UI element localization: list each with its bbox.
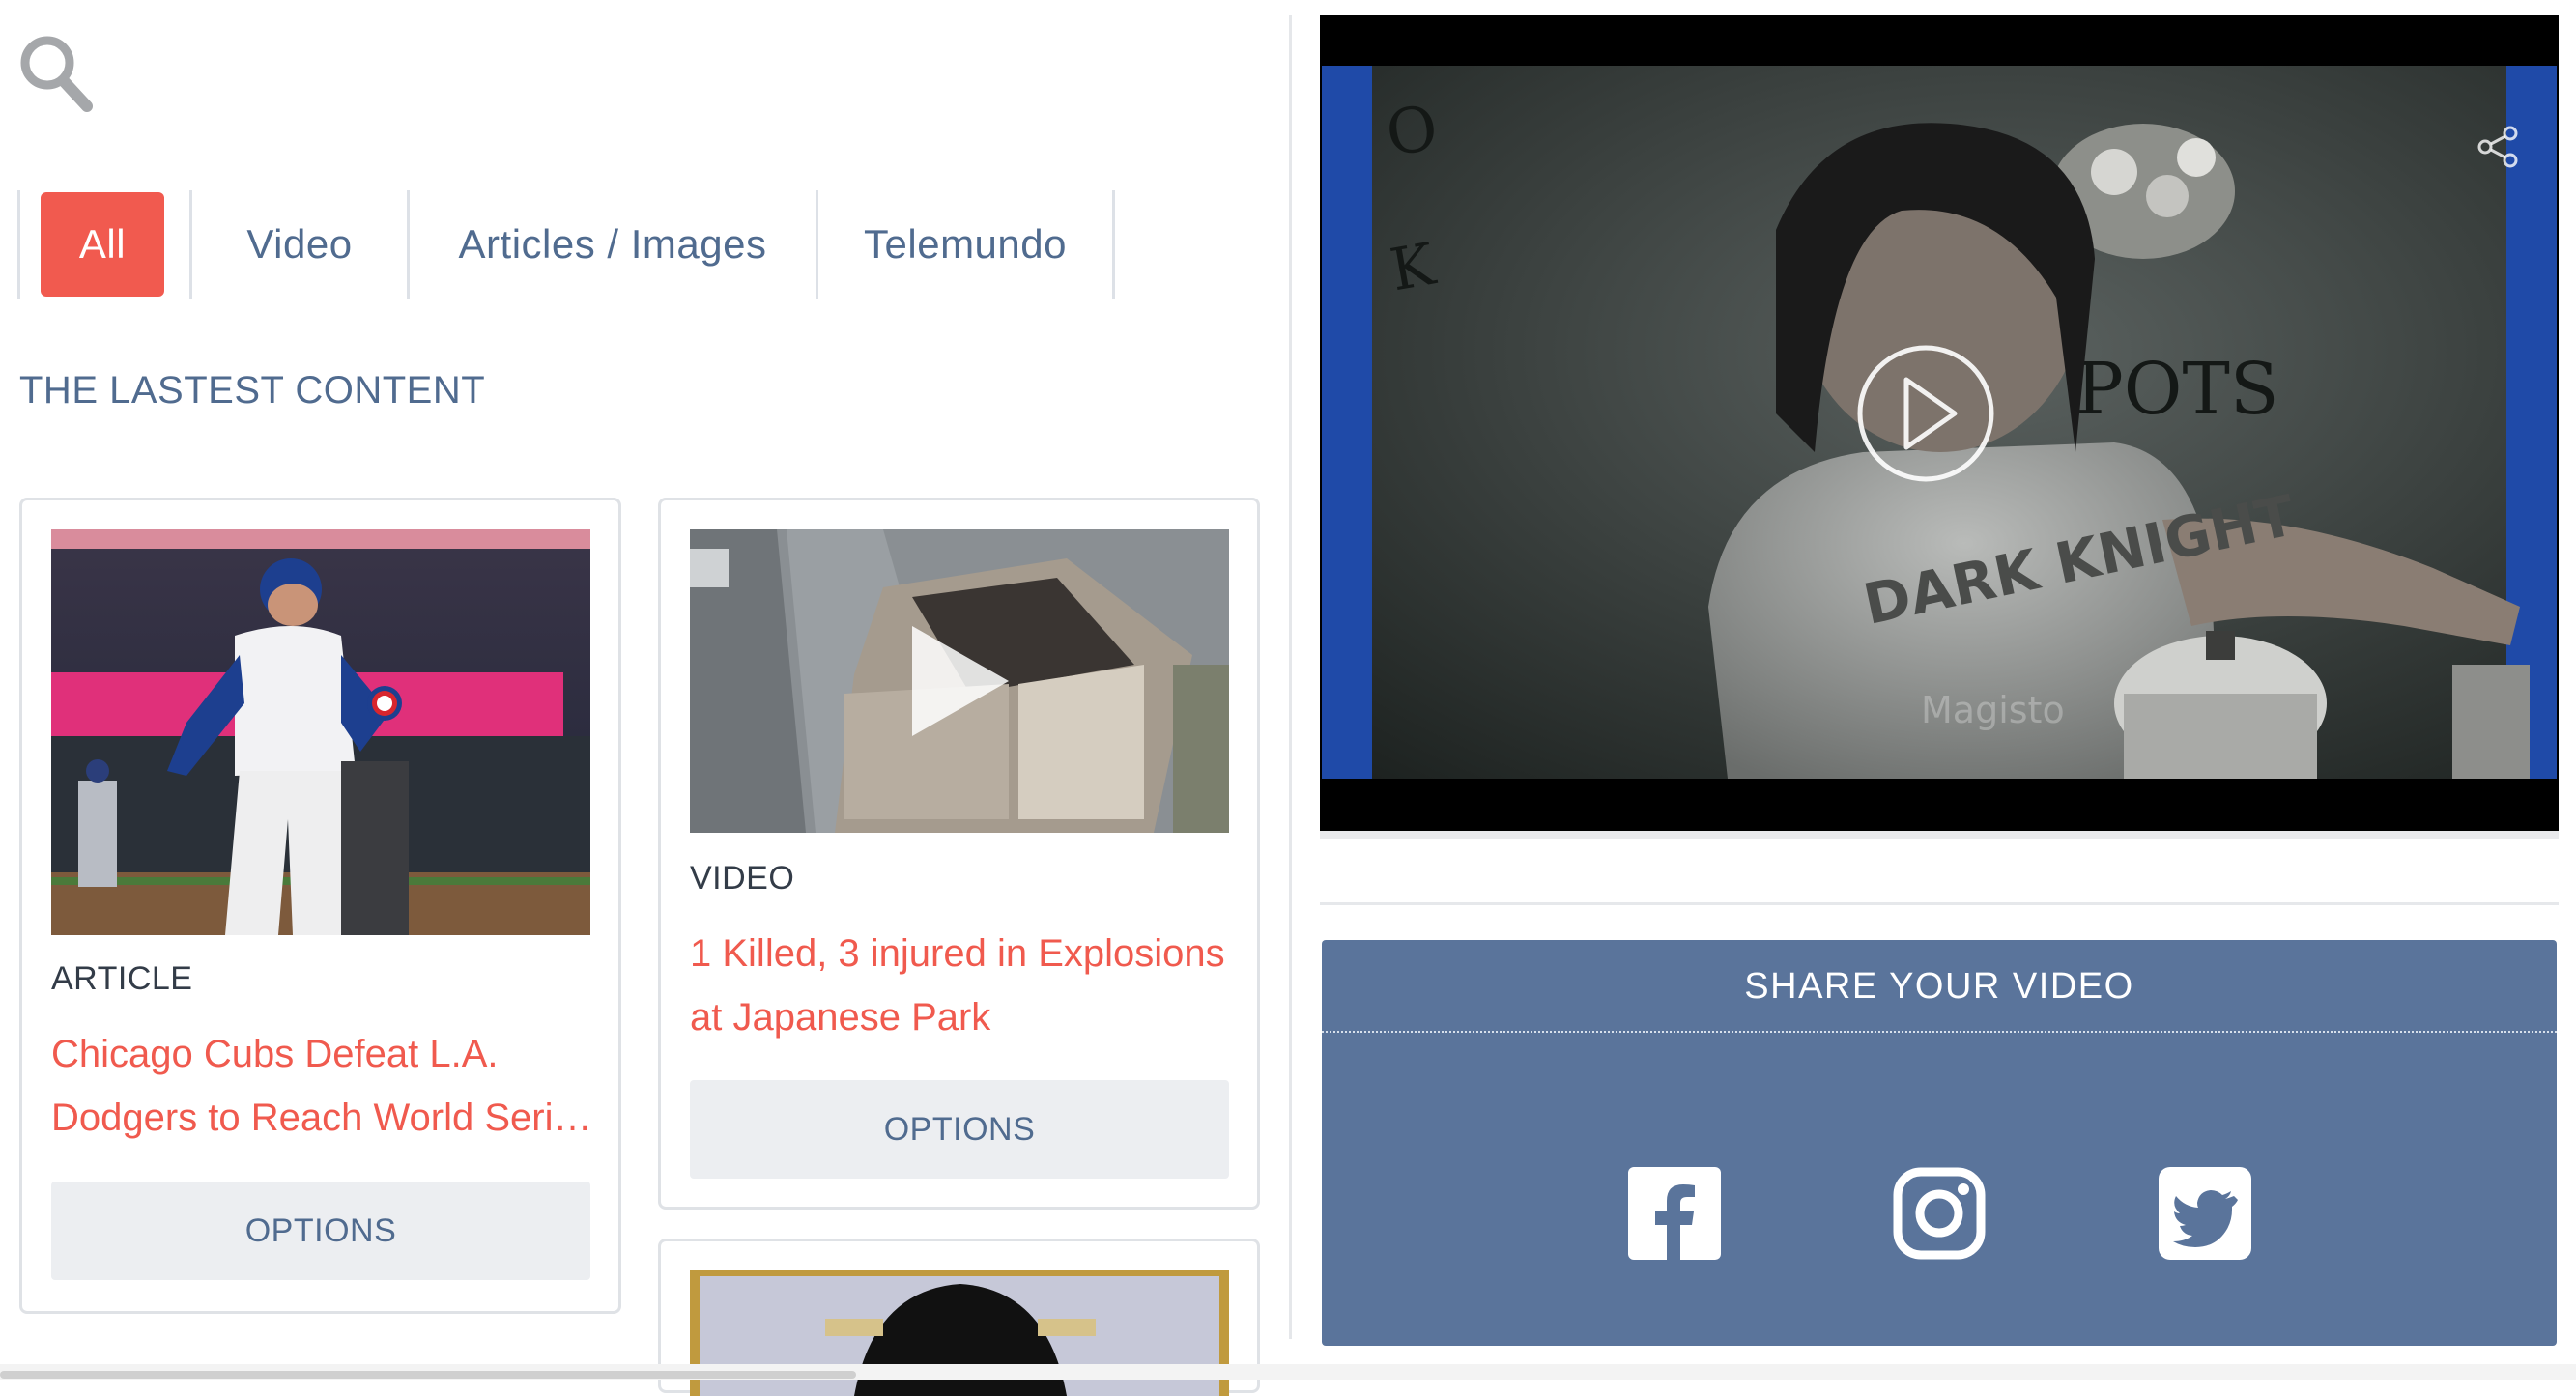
svg-text:O: O [1382, 93, 1442, 171]
search-icon[interactable] [17, 33, 95, 114]
filter-tabs: All Video Articles / Images Telemundo [17, 190, 1129, 299]
instagram-icon[interactable] [1893, 1167, 1986, 1260]
title-line-2: at Japanese Park [690, 996, 991, 1039]
video-title-link[interactable]: 1 Killed, 3 injured in Explosions at Jap… [690, 922, 1231, 1049]
video-thumbnail[interactable] [690, 529, 1229, 833]
content-card-article: ARTICLE Chicago Cubs Defeat L.A. Dodgers… [19, 498, 621, 1314]
player-shadow [1320, 831, 2559, 839]
video-player[interactable]: O K POTS DARK KNIGHT Magisto [1320, 15, 2559, 831]
article-title-link[interactable]: Chicago Cubs Defeat L.A. Dodgers to Reac… [51, 1022, 592, 1150]
panel-divider [1289, 15, 1292, 1339]
tab-all[interactable]: All [41, 192, 164, 297]
card-type-label: ARTICLE [51, 960, 193, 997]
title-line-1: 1 Killed, 3 injured in Explosions [690, 932, 1225, 975]
video-options-button[interactable]: OPTIONS [690, 1080, 1229, 1179]
twitter-icon[interactable] [2159, 1167, 2251, 1260]
video-watermark: Magisto [1921, 689, 2065, 731]
title-line-2: Dodgers to Reach World Series [51, 1097, 592, 1139]
share-divider [1322, 1031, 2557, 1033]
article-thumbnail[interactable] [51, 529, 590, 935]
card-type-label: VIDEO [690, 860, 795, 897]
tab-articles-images[interactable]: Articles / Images [410, 190, 816, 299]
share-title: SHARE YOUR VIDEO [1744, 966, 2134, 1007]
tab-divider [1112, 190, 1115, 299]
tab-divider [17, 190, 20, 299]
wall-text: POTS [2075, 348, 2279, 431]
share-panel: SHARE YOUR VIDEO [1322, 940, 2557, 1346]
article-options-button[interactable]: OPTIONS [51, 1182, 590, 1280]
video-frame[interactable]: O K POTS DARK KNIGHT Magisto [1322, 66, 2557, 779]
facebook-icon[interactable] [1628, 1167, 1721, 1260]
content-card-video: VIDEO 1 Killed, 3 injured in Explosions … [658, 498, 1260, 1210]
tab-telemundo[interactable]: Telemundo [818, 190, 1112, 299]
horizontal-rule [1320, 902, 2559, 905]
scrollbar-thumb[interactable] [0, 1371, 856, 1379]
title-line-1: Chicago Cubs Defeat L.A. [51, 1033, 499, 1075]
tab-video[interactable]: Video [192, 190, 407, 299]
section-title: THE LASTEST CONTENT [19, 369, 486, 412]
